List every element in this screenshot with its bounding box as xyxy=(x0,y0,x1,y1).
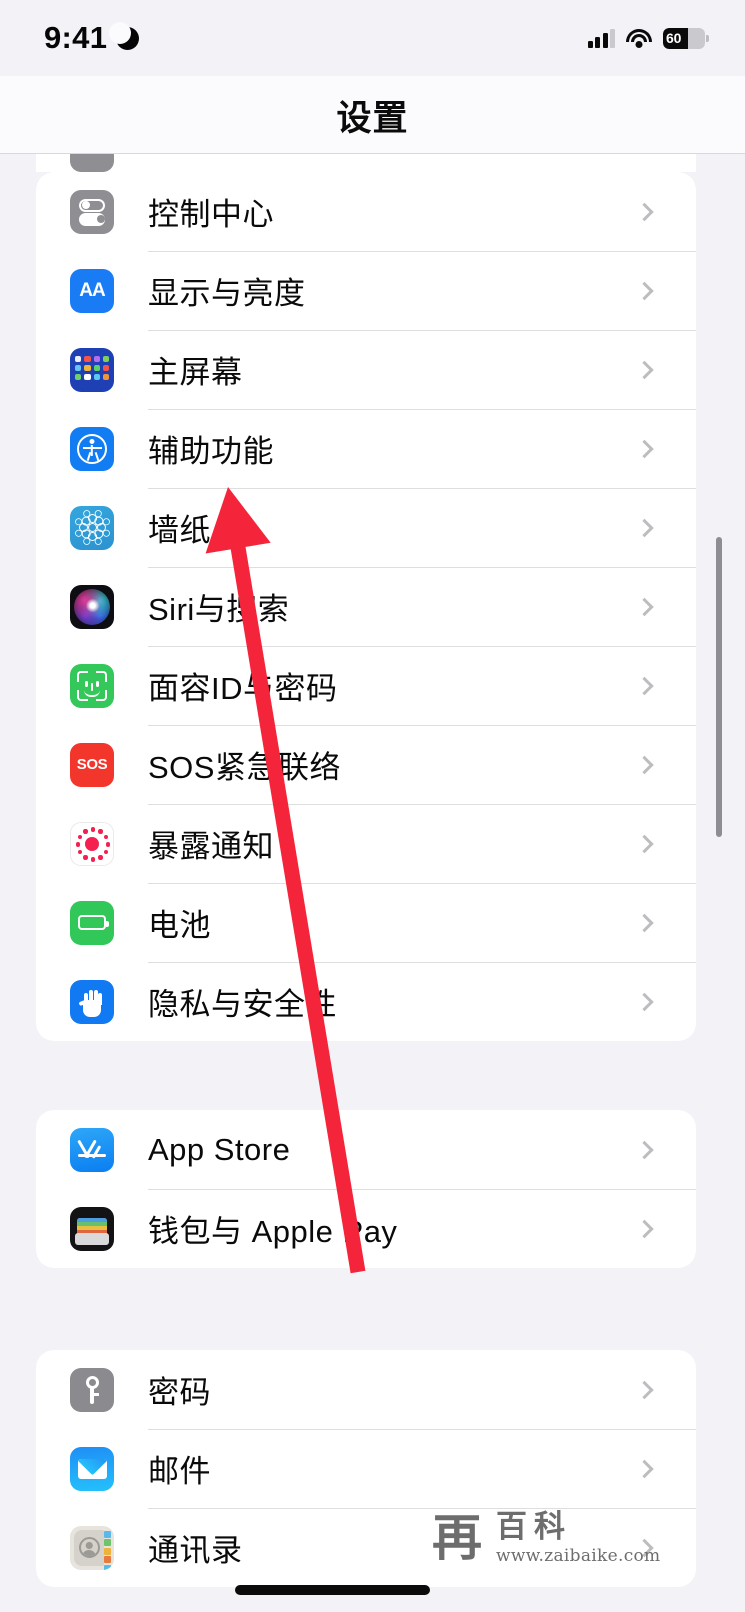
face-id-icon xyxy=(70,663,114,708)
row-separator xyxy=(148,251,696,252)
chevron-right-icon xyxy=(635,202,654,221)
status-bar-right: 60 xyxy=(587,27,709,49)
settings-row[interactable]: Siri与搜索 xyxy=(36,567,696,646)
wallpaper-icon xyxy=(70,505,114,550)
settings-row[interactable]: 密码 xyxy=(36,1350,696,1429)
accessibility-icon xyxy=(70,426,114,471)
settings-row[interactable]: SOS SOS紧急联络 xyxy=(36,725,696,804)
exposure-notification-icon xyxy=(70,821,114,866)
status-bar-left: 9:41 xyxy=(44,20,140,56)
settings-row-label: 面容ID与密码 xyxy=(148,671,338,706)
page-title: 设置 xyxy=(336,98,409,138)
row-separator xyxy=(148,883,696,884)
settings-row[interactable]: 隐私与安全性 xyxy=(36,962,696,1041)
settings-row-label: 墙纸 xyxy=(148,513,211,548)
control-center-icon xyxy=(70,189,114,234)
cellular-signal-icon xyxy=(587,28,615,48)
store-group: App Store 钱包与 Apple Pay xyxy=(36,1110,696,1268)
row-separator xyxy=(148,725,696,726)
settings-row-label: 显示与亮度 xyxy=(148,276,306,311)
settings-row-label: 电池 xyxy=(148,908,211,943)
chevron-right-icon xyxy=(635,281,654,300)
chevron-right-icon xyxy=(635,676,654,695)
settings-row-label: 主屏幕 xyxy=(148,355,243,390)
battery-percent-label: 60 xyxy=(666,29,682,46)
home-indicator[interactable] xyxy=(235,1585,430,1595)
chevron-right-icon xyxy=(635,913,654,932)
settings-row-label: 通讯录 xyxy=(148,1533,243,1568)
settings-row[interactable]: 暴露通知 xyxy=(36,804,696,883)
settings-row-label: SOS紧急联络 xyxy=(148,750,341,785)
emergency-sos-icon: SOS xyxy=(70,742,114,787)
settings-row[interactable]: 面容ID与密码 xyxy=(36,646,696,725)
home-screen-icon xyxy=(70,347,114,392)
settings-row-label: 隐私与安全性 xyxy=(148,987,337,1022)
settings-row-label: 控制中心 xyxy=(148,197,274,232)
settings-row-label: Siri与搜索 xyxy=(148,592,290,627)
settings-row-label: 暴露通知 xyxy=(148,829,274,864)
settings-row[interactable]: 辅助功能 xyxy=(36,409,696,488)
row-separator xyxy=(148,1429,696,1430)
mail-envelope-icon xyxy=(70,1446,114,1491)
watermark: 再 百科 www.zaibaike.com xyxy=(432,1495,692,1581)
wallet-icon xyxy=(70,1206,114,1251)
privacy-hand-icon xyxy=(70,979,114,1024)
passwords-key-icon xyxy=(70,1367,114,1412)
settings-row[interactable]: 钱包与 Apple Pay xyxy=(36,1189,696,1268)
settings-row[interactable]: 墙纸 xyxy=(36,488,696,567)
row-separator xyxy=(148,1189,696,1190)
row-separator xyxy=(148,488,696,489)
row-separator xyxy=(148,804,696,805)
settings-row-label: 邮件 xyxy=(148,1454,211,1489)
row-separator xyxy=(148,330,696,331)
settings-row[interactable]: App Store xyxy=(36,1110,696,1189)
crescent-moon-icon xyxy=(109,21,140,50)
settings-row-label: 钱包与 Apple Pay xyxy=(148,1214,398,1249)
status-bar-clock: 9:41 xyxy=(44,20,108,55)
battery-icon xyxy=(70,900,114,945)
scroll-indicator[interactable] xyxy=(716,537,722,837)
status-bar: 9:41 60 xyxy=(0,0,745,76)
settings-row[interactable]: 主屏幕 xyxy=(36,330,696,409)
chevron-right-icon xyxy=(635,1140,654,1159)
chevron-right-icon xyxy=(635,992,654,1011)
chevron-right-icon xyxy=(635,834,654,853)
settings-row[interactable]: AA 显示与亮度 xyxy=(36,251,696,330)
settings-row[interactable]: 控制中心 xyxy=(36,172,696,251)
partial-row-above xyxy=(36,154,696,172)
row-separator xyxy=(148,646,696,647)
row-separator xyxy=(148,409,696,410)
row-separator xyxy=(148,567,696,568)
chevron-right-icon xyxy=(635,1380,654,1399)
contacts-icon xyxy=(70,1525,114,1570)
chevron-right-icon xyxy=(635,1219,654,1238)
app-store-icon xyxy=(70,1127,114,1172)
row-separator xyxy=(148,962,696,963)
watermark-text-block: 百科 www.zaibaike.com xyxy=(496,1511,660,1566)
navigation-bar: 设置 xyxy=(0,76,745,154)
display-brightness-icon: AA xyxy=(70,268,114,313)
battery-icon: 60 xyxy=(663,27,709,49)
settings-row-label: 辅助功能 xyxy=(148,434,274,469)
wifi-icon xyxy=(626,28,652,48)
watermark-stamp-glyph: 再 xyxy=(432,1508,482,1567)
chevron-right-icon xyxy=(635,755,654,774)
watermark-title: 百科 xyxy=(496,1508,572,1544)
settings-scroll-view[interactable]: 控制中心 AA 显示与亮度 主屏幕 辅助功能 墙纸 Siri与搜索 面容ID与密码 SOS SOS… xyxy=(0,154,745,1612)
partial-row-icon xyxy=(70,154,114,172)
siri-icon xyxy=(70,584,114,629)
chevron-right-icon xyxy=(635,360,654,379)
chevron-right-icon xyxy=(635,597,654,616)
settings-row-label: App Store xyxy=(148,1131,291,1167)
system-group: 控制中心 AA 显示与亮度 主屏幕 辅助功能 墙纸 Siri与搜索 面容ID与密码 SOS SOS… xyxy=(36,172,696,1041)
settings-row-label: 密码 xyxy=(148,1375,211,1410)
chevron-right-icon xyxy=(635,518,654,537)
chevron-right-icon xyxy=(635,439,654,458)
settings-row[interactable]: 电池 xyxy=(36,883,696,962)
chevron-right-icon xyxy=(635,1459,654,1478)
watermark-url: www.zaibaike.com xyxy=(496,1545,661,1566)
